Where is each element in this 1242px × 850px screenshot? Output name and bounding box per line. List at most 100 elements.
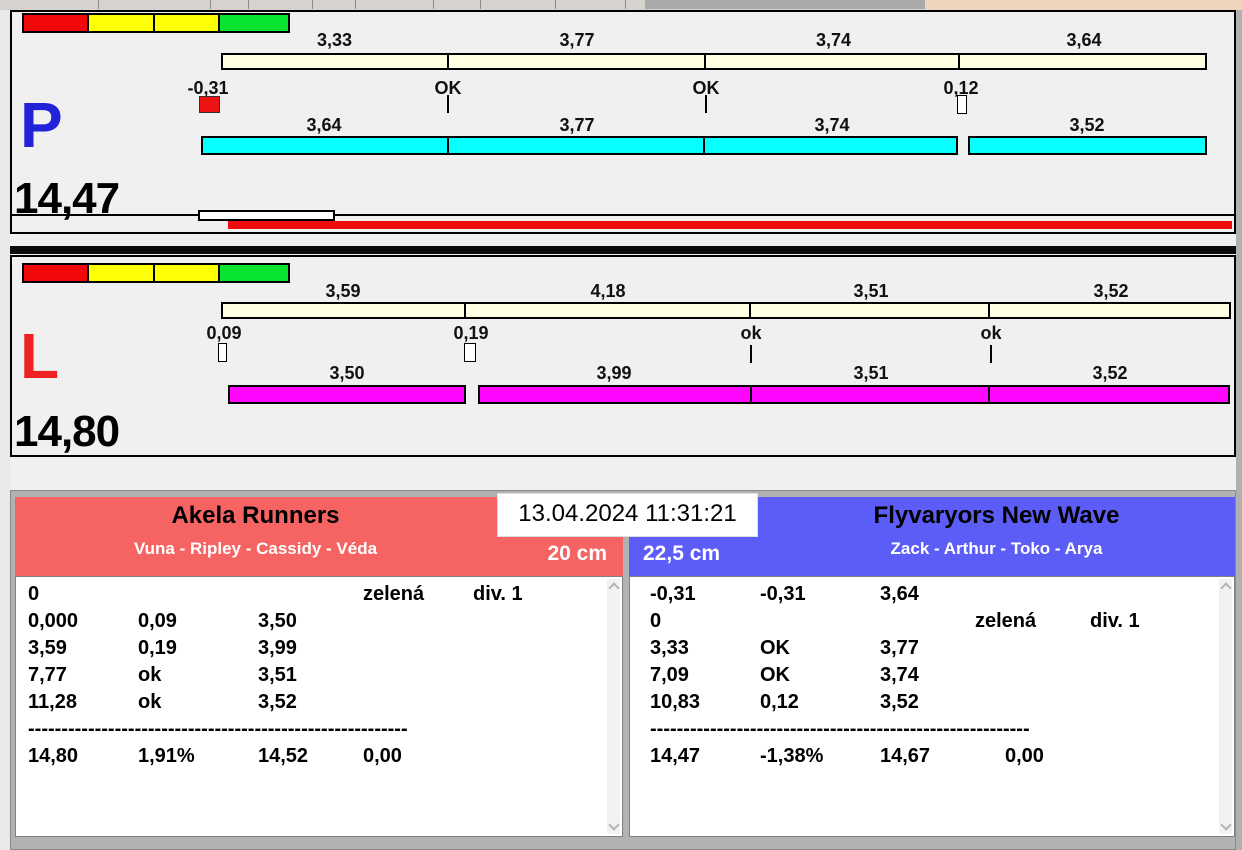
run-segment xyxy=(448,138,706,153)
scroll-up-icon[interactable] xyxy=(1220,582,1232,594)
fault-marker-icon xyxy=(199,96,220,113)
run-split-bar xyxy=(478,385,1230,404)
gate-segment xyxy=(223,55,450,68)
jump-height-label: 20 cm xyxy=(547,542,607,565)
lane-panel-p: P 14,47 3,33 3,77 3,74 3,64 -0,31 OK OK … xyxy=(10,10,1236,234)
summary-row: 14,80 1,91% 14,52 0,00 xyxy=(28,745,402,767)
lane-total-time: 14,47 xyxy=(14,174,120,223)
change-status-label: ok xyxy=(740,323,762,343)
team-name: Flyvaryors New Wave xyxy=(873,502,1120,529)
change-status-label: 0,09 xyxy=(206,323,242,343)
result-row: 11,28 ok 3,52 xyxy=(28,691,297,713)
gate-split-label: 3,74 xyxy=(815,30,852,50)
run-split-label: 3,64 xyxy=(306,115,342,135)
result-row: 3,59 0,19 3,99 xyxy=(28,637,297,659)
run-split-bar xyxy=(228,385,466,404)
progress-bar xyxy=(228,221,1232,229)
gate-split-label: 3,59 xyxy=(325,281,361,301)
gate-segment xyxy=(960,55,1205,68)
ok-tick-icon xyxy=(990,345,992,363)
ok-tick-icon xyxy=(705,95,707,113)
gate-split-labels: 3,59 4,18 3,51 3,52 xyxy=(221,281,1231,301)
team-panel-left: Akela Runners Vuna - Ripley - Cassidy - … xyxy=(15,497,623,837)
gate-split-bar xyxy=(221,302,1231,319)
lane-total-time: 14,80 xyxy=(14,407,120,456)
result-row: 7,09 OK 3,74 xyxy=(650,664,919,686)
gate-split-bar xyxy=(221,53,1207,70)
gate-segment xyxy=(989,304,1229,317)
lane-panel-l: L 14,80 3,59 4,18 3,51 3,52 0,09 0,19 ok… xyxy=(10,255,1236,457)
window-right-edge xyxy=(1236,10,1242,850)
teams-section: 13.04.2024 11:31:21 Akela Runners Vuna -… xyxy=(10,490,1236,850)
light-yellow-2 xyxy=(155,15,221,31)
run-segment xyxy=(970,138,1205,153)
scrollbar[interactable] xyxy=(1219,579,1232,834)
top-strip-dark-segment xyxy=(645,0,925,9)
light-red xyxy=(24,265,90,281)
light-red xyxy=(24,15,90,31)
run-split-label: 3,77 xyxy=(559,115,595,135)
team-name: Akela Runners xyxy=(171,502,340,529)
result-row: -0,31 -0,31 3,64 xyxy=(650,583,919,605)
jump-height-label: 22,5 cm xyxy=(643,542,721,565)
window-left-edge xyxy=(0,10,10,850)
run-segment xyxy=(230,387,464,402)
team-lineup: Vuna - Ripley - Cassidy - Véda xyxy=(133,539,378,558)
ok-tick-icon xyxy=(447,95,449,113)
light-green xyxy=(220,15,288,31)
datetime-display: 13.04.2024 11:31:21 xyxy=(497,493,758,537)
scroll-down-icon[interactable] xyxy=(1220,819,1232,831)
run-split-label: 3,52 xyxy=(1069,115,1105,135)
pass-marker-icon xyxy=(957,95,967,114)
gate-split-label: 3,33 xyxy=(316,30,353,50)
change-status-label: 0,19 xyxy=(453,323,489,343)
scroll-up-icon[interactable] xyxy=(608,582,620,594)
timing-app-window: P 14,47 3,33 3,77 3,74 3,64 -0,31 OK OK … xyxy=(0,0,1242,850)
result-row: 0,000 0,09 3,50 xyxy=(28,610,297,632)
gate-split-label: 3,64 xyxy=(1066,30,1102,50)
run-split-label: 3,74 xyxy=(814,115,850,135)
gate-split-label: 3,77 xyxy=(559,30,595,50)
light-yellow-1 xyxy=(89,15,156,31)
change-status-label: ok xyxy=(980,323,1002,343)
lane-separator xyxy=(10,246,1236,254)
run-segment xyxy=(990,387,1228,402)
run-split-bar xyxy=(968,136,1207,155)
gate-segment xyxy=(223,304,467,317)
run-split-bar xyxy=(201,136,958,155)
start-light-strip xyxy=(22,263,290,283)
light-yellow-1 xyxy=(89,265,156,281)
gate-split-label: 3,51 xyxy=(853,281,889,301)
pass-marker-icon xyxy=(218,343,227,362)
team-panel-right: Flyvaryors New Wave Zack - Arthur - Toko… xyxy=(629,497,1235,837)
team-results-table[interactable]: -0,31 -0,31 3,64 0 zelená div. 1 3,33 OK… xyxy=(629,576,1235,837)
run-split-label: 3,52 xyxy=(1092,363,1128,383)
result-row: 0 zelená div. 1 xyxy=(28,583,523,605)
lane-letter: L xyxy=(20,320,60,392)
ok-tick-icon xyxy=(750,345,752,363)
run-split-label: 3,51 xyxy=(853,363,889,383)
scroll-down-icon[interactable] xyxy=(608,819,620,831)
top-strip-tan-segment xyxy=(925,0,1242,10)
pass-marker-icon xyxy=(464,343,476,362)
light-green xyxy=(220,265,288,281)
gate-split-labels: 3,33 3,77 3,74 3,64 xyxy=(221,30,1207,50)
team-results-table[interactable]: 0 zelená div. 1 0,000 0,09 3,50 3,59 0,1… xyxy=(15,576,623,837)
run-segment xyxy=(751,387,991,402)
divider-row: ----------------------------------------… xyxy=(650,718,1030,740)
light-yellow-2 xyxy=(155,265,221,281)
scrollbar[interactable] xyxy=(607,579,620,834)
summary-row: 14,47 -1,38% 14,67 0,00 xyxy=(650,745,1044,767)
run-segment xyxy=(480,387,752,402)
result-row: 0 zelená div. 1 xyxy=(650,610,1140,632)
team-lineup: Zack - Arthur - Toko - Arya xyxy=(890,539,1103,558)
result-row: 10,83 0,12 3,52 xyxy=(650,691,919,713)
run-segment xyxy=(203,138,449,153)
run-split-label: 3,99 xyxy=(596,363,632,383)
result-row: 7,77 ok 3,51 xyxy=(28,664,297,686)
start-light-strip xyxy=(22,13,290,33)
run-split-label: 3,50 xyxy=(329,363,365,383)
gate-segment xyxy=(466,304,751,317)
gate-segment xyxy=(706,55,960,68)
gate-segment xyxy=(750,304,990,317)
